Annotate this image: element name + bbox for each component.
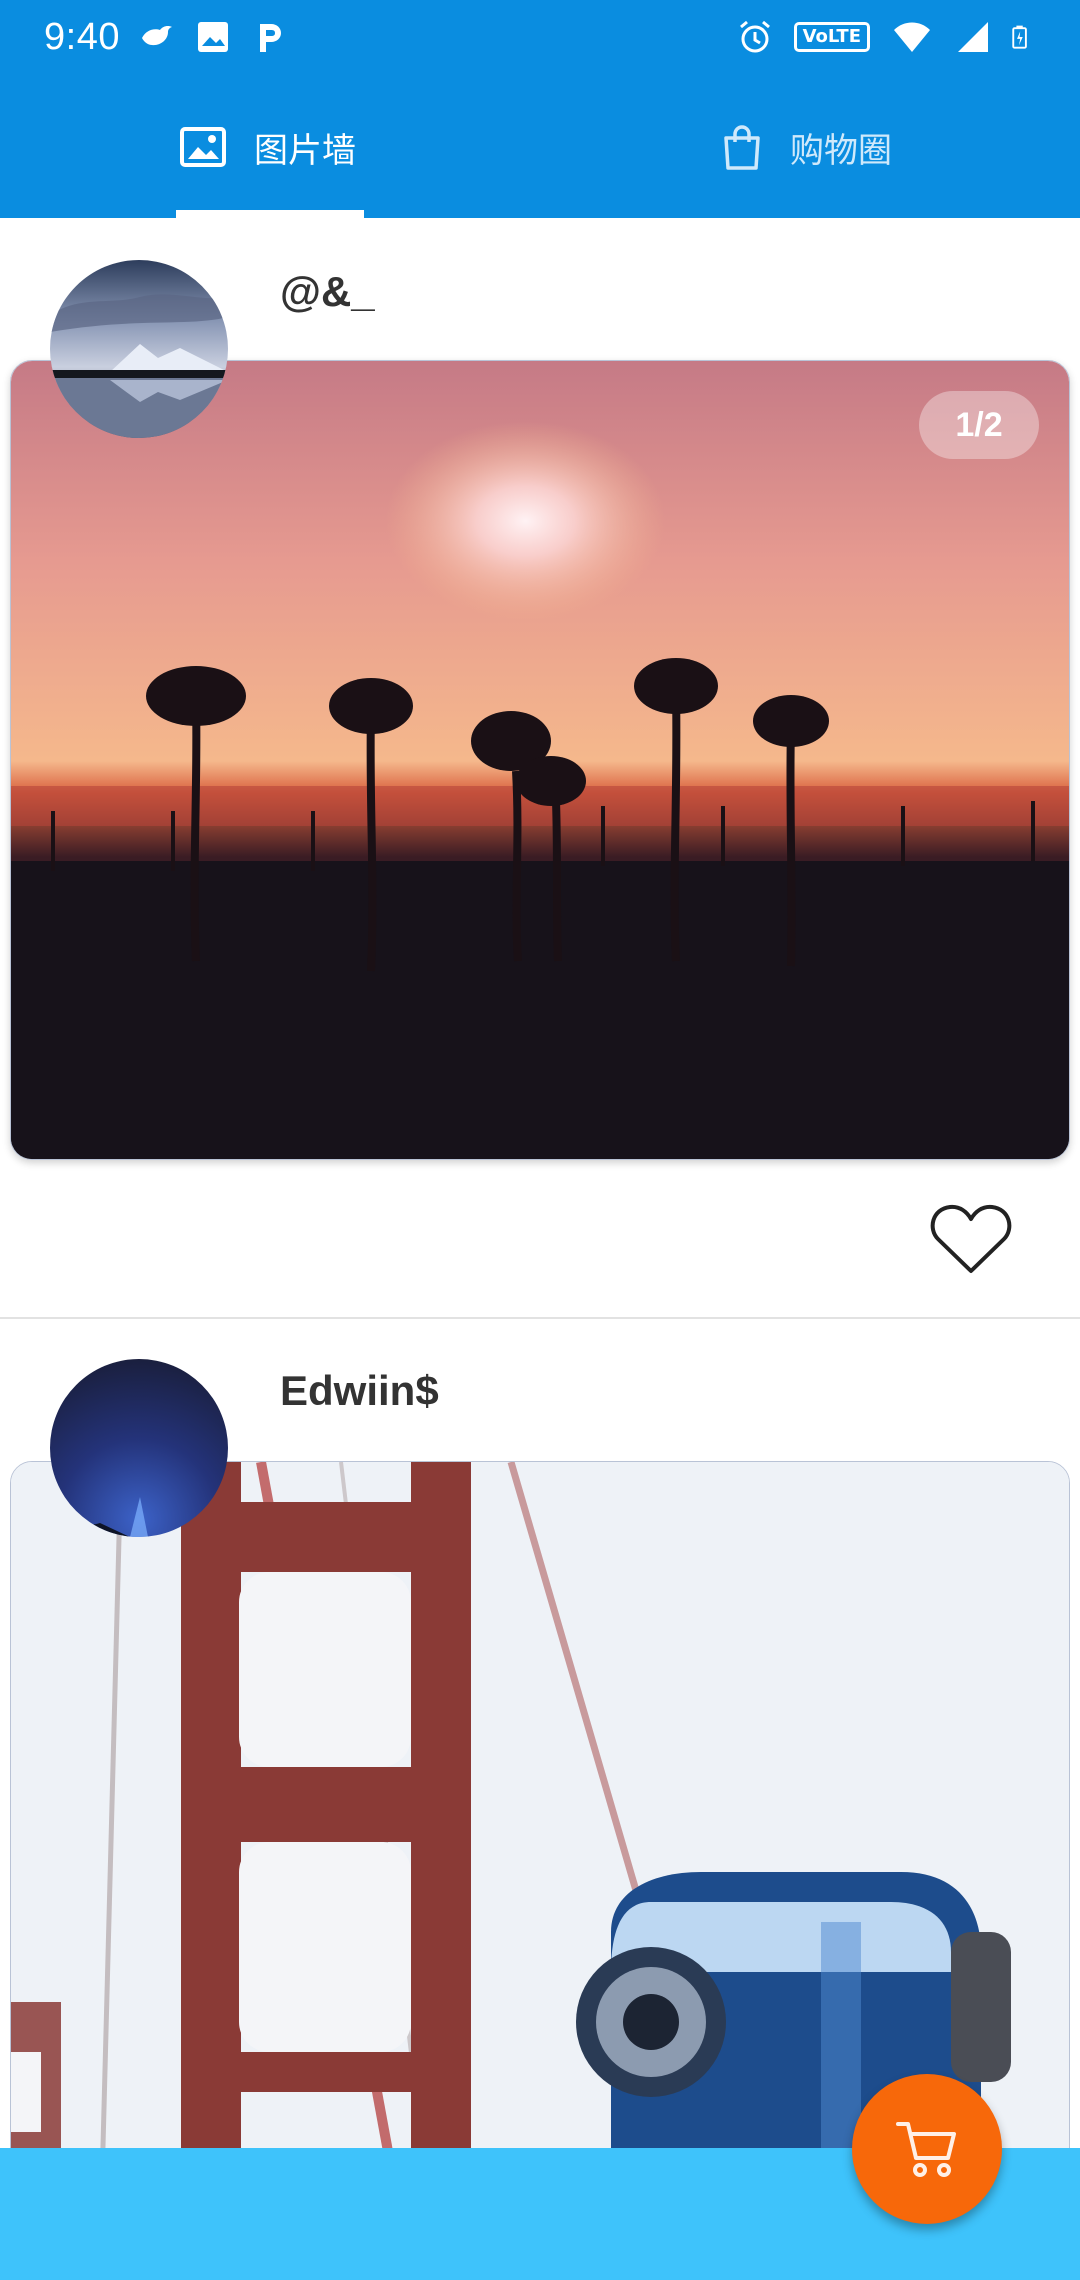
feed-post: Edwiin$ bbox=[0, 1319, 1080, 2148]
cart-fab-button[interactable] bbox=[852, 2074, 1002, 2224]
photo-page-indicator: 1/2 bbox=[919, 391, 1039, 459]
status-bar: 9:40 VoLTE bbox=[0, 0, 1080, 76]
p-app-icon bbox=[260, 24, 281, 52]
post-username[interactable]: Edwiin$ bbox=[280, 1367, 439, 1415]
top-tab-bar: 图片墙 购物圈 bbox=[0, 76, 1080, 218]
feed-post: @&_ 1/2 bbox=[0, 218, 1080, 1319]
alarm-icon bbox=[739, 20, 770, 53]
like-heart-icon[interactable] bbox=[930, 1203, 1012, 1275]
avatar-image bbox=[50, 1359, 228, 1537]
sunset-palm-photo bbox=[11, 361, 1069, 1159]
avatar[interactable] bbox=[50, 260, 228, 438]
avatar-image bbox=[50, 260, 228, 438]
system-icons: VoLTE bbox=[736, 18, 1036, 56]
signal-icon bbox=[958, 22, 988, 52]
tab-image-wall-label: 图片墙 bbox=[254, 130, 356, 171]
active-tab-indicator bbox=[176, 210, 364, 218]
tab-shopping-circle[interactable]: 购物圈 bbox=[722, 76, 892, 218]
battery-charging-icon bbox=[1012, 25, 1027, 49]
shopping-cart-icon bbox=[896, 2122, 956, 2177]
post-photo[interactable]: 1/2 bbox=[10, 360, 1070, 1160]
volte-badge: VoLTE bbox=[793, 22, 870, 52]
avatar[interactable] bbox=[50, 1359, 228, 1537]
post-photo[interactable] bbox=[10, 1461, 1070, 2148]
tab-shopping-circle-label: 购物圈 bbox=[790, 130, 892, 171]
image-feed[interactable]: @&_ 1/2 Edwiin$ bbox=[0, 218, 1080, 2148]
golden-gate-viewer-photo bbox=[11, 1462, 1069, 2148]
status-time: 9:40 bbox=[44, 16, 120, 58]
tab-image-wall[interactable]: 图片墙 bbox=[180, 76, 356, 218]
notification-icons bbox=[138, 18, 288, 56]
image-notification-icon bbox=[198, 22, 228, 52]
post-username[interactable]: @&_ bbox=[280, 268, 375, 316]
wifi-icon bbox=[894, 22, 930, 52]
bird-notification-icon bbox=[142, 26, 172, 46]
image-icon bbox=[180, 127, 226, 167]
shopping-bag-icon bbox=[724, 125, 760, 170]
